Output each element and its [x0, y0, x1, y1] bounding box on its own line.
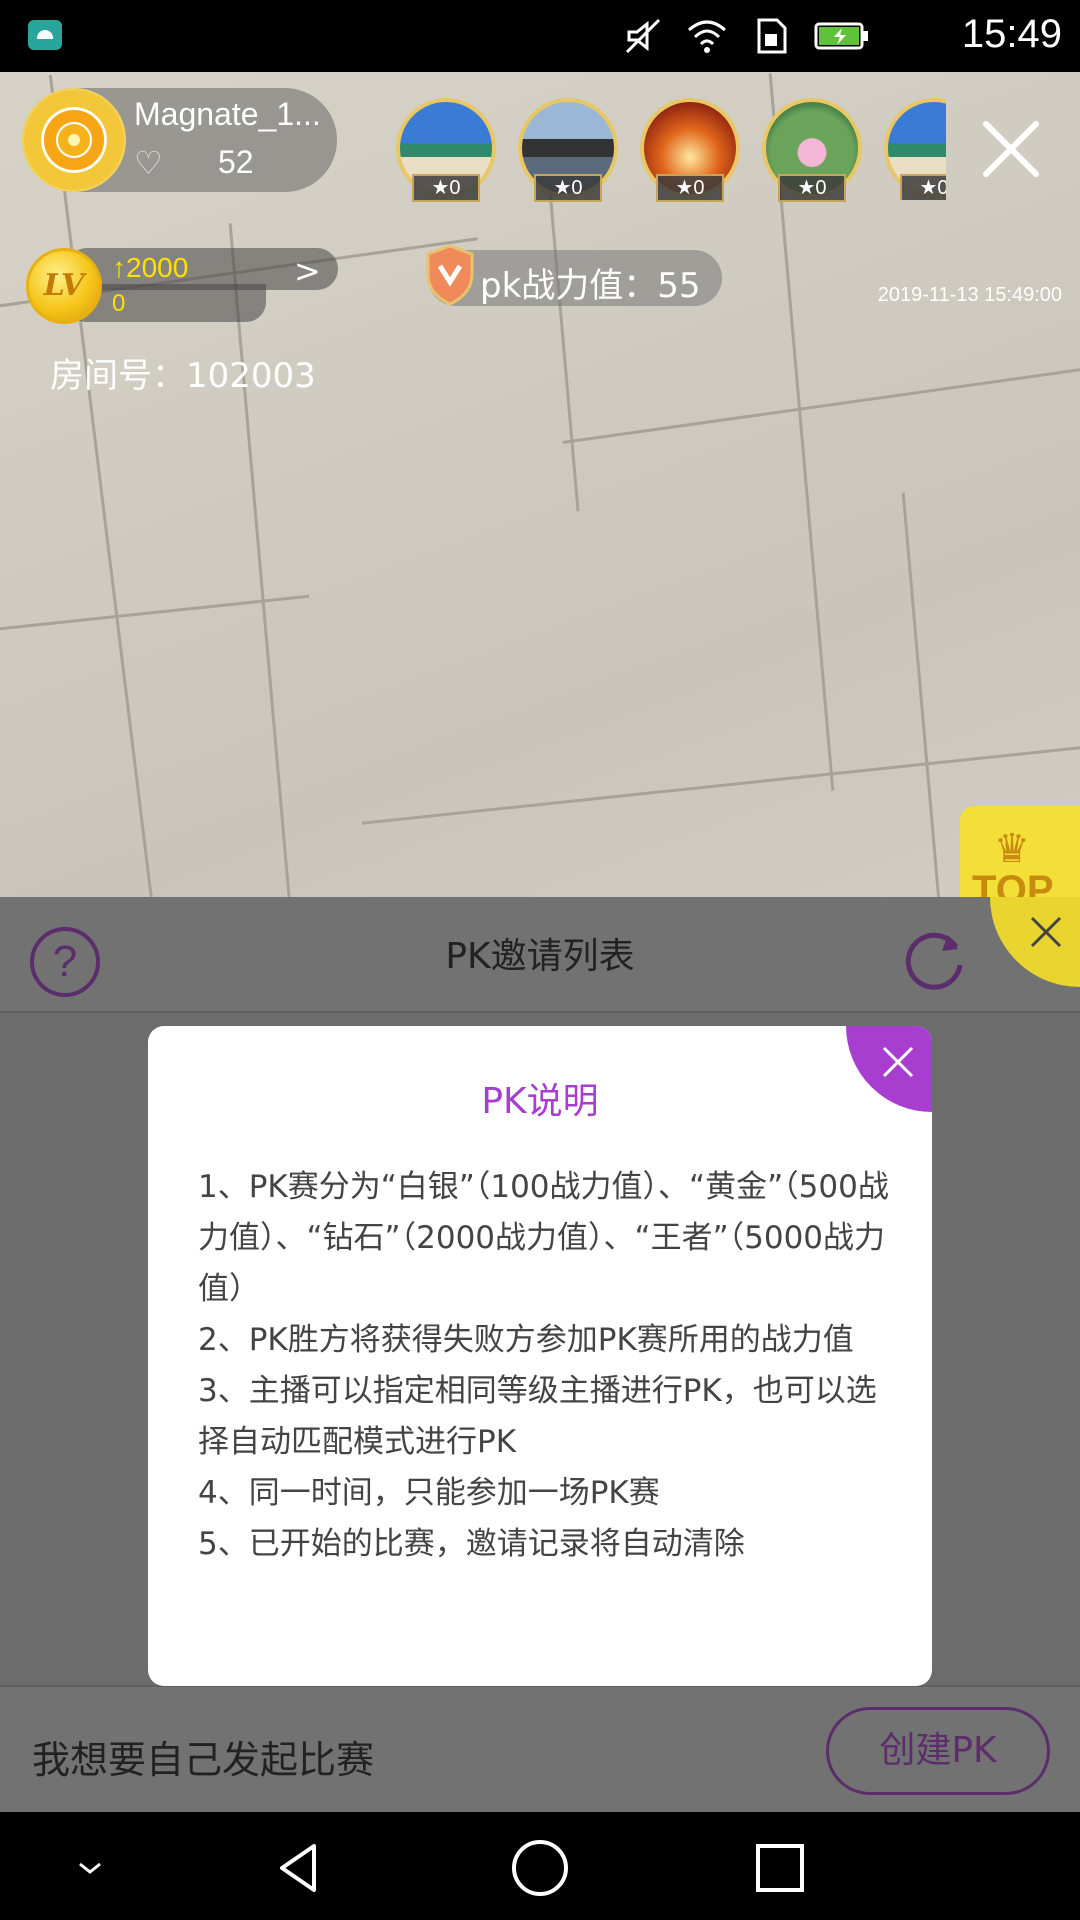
- viewer-list: ★0 ★0 ★0 ★0 ★0: [396, 98, 946, 202]
- viewer-count: 0: [815, 177, 827, 199]
- pk-rules-dialog: PK说明 1、PK赛分为“白银”（100战力值）、“黄金”（500战力值）、“钻…: [148, 1026, 932, 1686]
- rule-line: 5、已开始的比赛，邀请记录将自动清除: [198, 1526, 745, 1562]
- star-icon: ★: [431, 177, 450, 199]
- clock: 15:49: [961, 12, 1062, 56]
- sim-icon: [757, 18, 787, 54]
- level-coin-icon: LV: [26, 248, 102, 324]
- heart-icon: ♡: [134, 144, 163, 182]
- panel-header: ? PK邀请列表: [0, 897, 1080, 1013]
- top-label: TOP: [972, 868, 1054, 898]
- back-icon[interactable]: [270, 1838, 330, 1898]
- viewer-avatar[interactable]: ★0: [640, 98, 740, 202]
- viewer-avatar[interactable]: ★0: [884, 98, 946, 200]
- level-up-value: ↑2000: [112, 252, 188, 284]
- host-name: Magnate_1...: [134, 96, 321, 132]
- wifi-icon: [688, 20, 726, 53]
- timestamp: 2019-11-13 15:49:00: [877, 284, 1062, 306]
- mute-icon: [625, 18, 661, 54]
- dialog-body: 1、PK赛分为“白银”（100战力值）、“黄金”（500战力值）、“钻石”（20…: [198, 1162, 898, 1570]
- navigation-bar: [0, 1812, 1080, 1920]
- viewer-count: 0: [693, 177, 705, 199]
- refresh-icon[interactable]: [898, 923, 972, 997]
- viewer-count: 0: [449, 177, 461, 199]
- android-icon: [28, 20, 62, 50]
- star-icon: ★: [675, 177, 694, 199]
- chevron-right-icon: >: [294, 252, 321, 290]
- host-info[interactable]: Magnate_1... ♡ 52: [22, 88, 337, 192]
- dialog-title: PK说明: [481, 1081, 599, 1122]
- viewer-avatar[interactable]: ★0: [518, 98, 618, 202]
- rule-line: 3、主播可以指定相同等级主播进行PK，也可以选择自动匹配模式进行PK: [198, 1373, 877, 1460]
- host-avatar[interactable]: [22, 88, 126, 192]
- star-icon: ★: [553, 177, 572, 199]
- rule-line: 4、同一时间，只能参加一场PK赛: [198, 1475, 660, 1511]
- viewer-avatar[interactable]: ★0: [396, 98, 496, 202]
- viewer-count: 0: [571, 177, 583, 199]
- arrow-up-icon: ↑: [112, 252, 126, 283]
- room-number: 房间号：102003: [50, 356, 316, 396]
- footer-text: 我想要自己发起比赛: [32, 1738, 375, 1782]
- close-icon[interactable]: [1026, 912, 1066, 952]
- top-ranking-button[interactable]: ♛ TOP: [960, 806, 1080, 898]
- star-icon: ★: [797, 177, 816, 199]
- rule-line: 2、PK胜方将获得失败方参加PK赛所用的战力值: [198, 1322, 854, 1358]
- viewer-avatar[interactable]: ★0: [762, 98, 862, 202]
- close-live-button[interactable]: [976, 114, 1046, 184]
- level-current: 0: [112, 290, 126, 317]
- viewer-count: 0: [937, 177, 946, 199]
- star-icon: ★: [919, 177, 938, 199]
- host-likes: 52: [218, 144, 254, 180]
- panel-footer: 我想要自己发起比赛 创建PK: [0, 1685, 1080, 1812]
- shield-icon: [426, 244, 474, 306]
- create-pk-button[interactable]: 创建PK: [826, 1707, 1050, 1795]
- pk-power-badge: pk战力值：55: [426, 244, 722, 306]
- status-bar: 15:49: [0, 0, 1080, 72]
- rule-line: 1、PK赛分为“白银”（100战力值）、“黄金”（500战力值）、“钻石”（20…: [198, 1169, 889, 1307]
- recents-icon[interactable]: [750, 1838, 810, 1898]
- level-indicator[interactable]: LV ↑2000 0 >: [26, 248, 338, 324]
- level-target: 2000: [126, 252, 189, 283]
- home-icon[interactable]: [510, 1838, 570, 1898]
- pk-power-text: pk战力值：55: [480, 266, 701, 306]
- battery-charging-icon: [814, 22, 868, 50]
- chevron-down-icon[interactable]: [60, 1838, 120, 1898]
- crown-icon: ♛: [994, 826, 1030, 872]
